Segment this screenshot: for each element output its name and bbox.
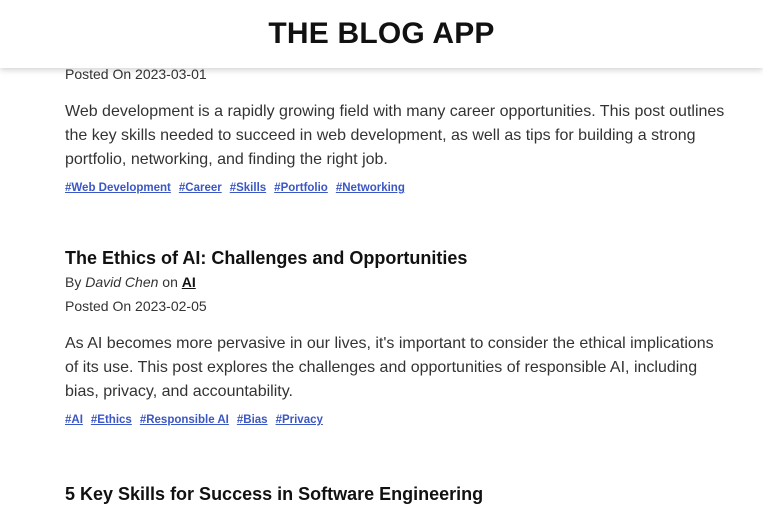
tag-link[interactable]: #Career [179, 182, 222, 202]
on-label: on [162, 274, 178, 290]
post-title[interactable]: The Ethics of AI: Challenges and Opportu… [65, 246, 745, 270]
app-header: THE BLOG APP [0, 0, 763, 68]
post-excerpt: As AI becomes more pervasive in our live… [65, 335, 714, 400]
post-card: Posted On 2023-03-01 Web development is … [65, 62, 745, 202]
tag-link[interactable]: #Skills [230, 182, 266, 202]
post-date: Posted On 2023-02-05 [65, 298, 207, 314]
post-byline: By David Chen on AI [65, 270, 745, 294]
app-title: THE BLOG APP [268, 17, 495, 50]
tag-link[interactable]: #Web Development [65, 182, 171, 202]
tag-link[interactable]: #AI [65, 414, 83, 434]
post-author: David Chen [85, 274, 159, 290]
post-card: 5 Key Skills for Success in Software Eng… [65, 482, 745, 506]
tag-list: #AI #Ethics #Responsible AI #Bias #Priva… [65, 414, 745, 434]
post-title[interactable]: 5 Key Skills for Success in Software Eng… [65, 482, 745, 506]
post-excerpt: Web development is a rapidly growing fie… [65, 103, 725, 168]
by-label: By [65, 274, 82, 290]
tag-link[interactable]: #Responsible AI [140, 414, 229, 434]
tag-link[interactable]: #Ethics [91, 414, 132, 434]
tag-link[interactable]: #Networking [336, 182, 405, 202]
tag-link[interactable]: #Portfolio [274, 182, 328, 202]
post-card: The Ethics of AI: Challenges and Opportu… [65, 246, 745, 434]
tag-list: #Web Development #Career #Skills #Portfo… [65, 182, 745, 202]
category-link[interactable]: AI [182, 274, 196, 290]
tag-link[interactable]: #Privacy [276, 414, 323, 434]
tag-link[interactable]: #Bias [237, 414, 268, 434]
